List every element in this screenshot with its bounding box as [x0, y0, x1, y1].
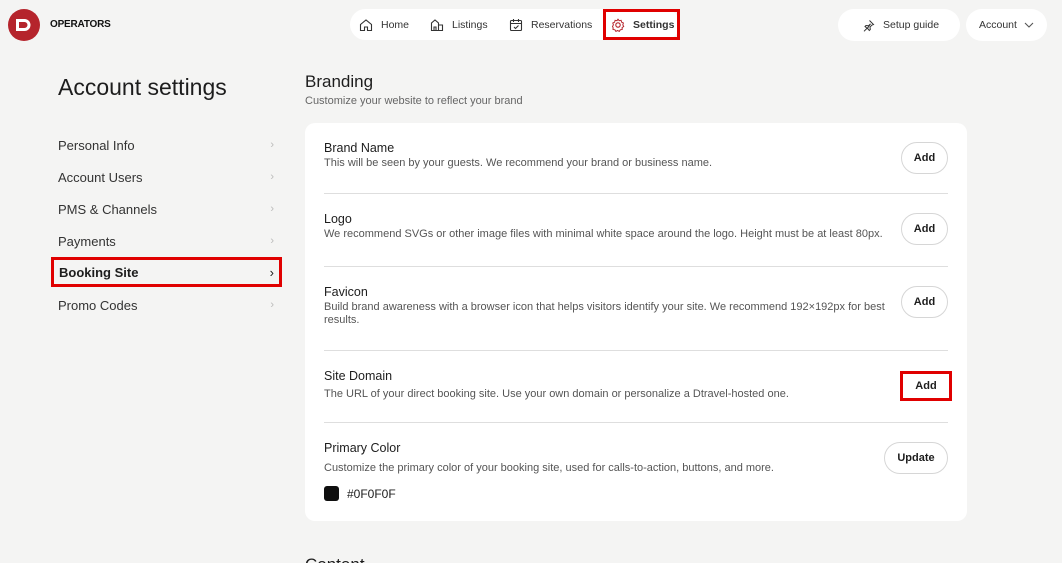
sidebar-item-label: Personal Info: [58, 137, 135, 153]
setting-title: Site Domain: [324, 369, 393, 383]
sidebar-item-booking-site[interactable]: Booking Site ›: [51, 257, 282, 287]
chevron-right-icon: ›: [270, 139, 274, 151]
logo-mark-icon: [16, 19, 31, 31]
primary-color-value: #0F0F0F: [324, 485, 948, 503]
setting-title: Brand Name: [324, 141, 395, 155]
divider: [324, 422, 948, 423]
brand-logo[interactable]: [8, 9, 40, 41]
sidebar-item-promo-codes[interactable]: Promo Codes ›: [58, 293, 278, 317]
setup-guide-button[interactable]: Setup guide: [838, 9, 960, 41]
nav-reservations-label: Reservations: [531, 18, 593, 31]
section-title: Branding: [305, 72, 374, 91]
brand-name: OPERATORS: [50, 19, 111, 30]
nav-listings-label: Listings: [452, 18, 488, 31]
setting-row-favicon: Favicon Build brand awareness with a bro…: [324, 285, 948, 327]
setting-row-primary-color: Primary Color Customize the primary colo…: [324, 441, 948, 503]
nav-listings[interactable]: Listings: [430, 11, 509, 38]
setting-row-site-domain: Site Domain The URL of your direct booki…: [324, 369, 948, 401]
logo-add-button[interactable]: Add: [901, 213, 948, 245]
gear-icon: [611, 17, 625, 32]
setting-description: This will be seen by your guests. We rec…: [324, 157, 713, 169]
site-domain-add-button[interactable]: Add: [900, 371, 952, 401]
primary-color-update-button[interactable]: Update: [884, 442, 948, 474]
setting-row-brand-name: Brand Name This will be seen by your gue…: [324, 141, 948, 170]
color-hex-value: #0F0F0F: [347, 486, 396, 501]
account-label: Account: [979, 19, 1017, 31]
main-nav: Home Listings Reservations Settings: [350, 9, 680, 40]
divider: [324, 350, 948, 351]
setting-description: We recommend SVGs or other image files w…: [324, 228, 883, 240]
nav-home[interactable]: Home: [359, 11, 430, 38]
setting-title: Favicon: [324, 285, 368, 299]
brand-name-add-button[interactable]: Add: [901, 142, 948, 174]
chevron-right-icon: ›: [270, 299, 274, 311]
nav-home-label: Home: [381, 18, 410, 31]
sidebar-item-label: Account Users: [58, 169, 143, 185]
setting-title: Primary Color: [324, 441, 401, 455]
color-swatch: [324, 486, 339, 502]
listings-icon: [430, 18, 444, 32]
branding-card: Brand Name This will be seen by your gue…: [305, 123, 967, 521]
sidebar-item-payments[interactable]: Payments ›: [58, 229, 278, 253]
setup-guide-label: Setup guide: [883, 19, 940, 31]
divider: [324, 266, 948, 267]
setting-row-logo: Logo We recommend SVGs or other image fi…: [324, 212, 948, 241]
setting-description: The URL of your direct booking site. Use…: [324, 388, 789, 400]
sidebar-item-label: PMS & Channels: [58, 201, 157, 217]
content-section-title: Content: [305, 555, 365, 563]
sidebar-item-label: Promo Codes: [58, 297, 138, 313]
nav-settings-label: Settings: [633, 18, 675, 31]
setting-title: Logo: [324, 212, 352, 226]
calendar-icon: [509, 18, 523, 32]
sidebar-item-pms-channels[interactable]: PMS & Channels ›: [58, 197, 278, 221]
pin-icon: [862, 19, 875, 32]
sidebar-item-personal-info[interactable]: Personal Info ›: [58, 133, 278, 157]
chevron-right-icon: ›: [270, 203, 274, 215]
setting-description: Customize the primary color of your book…: [324, 462, 774, 474]
account-menu-button[interactable]: Account: [966, 9, 1047, 41]
divider: [324, 193, 948, 194]
favicon-add-button[interactable]: Add: [901, 286, 948, 318]
page-title: Account settings: [58, 74, 227, 100]
sidebar-item-account-users[interactable]: Account Users ›: [58, 165, 278, 189]
nav-reservations[interactable]: Reservations: [509, 11, 605, 38]
chevron-right-icon: ›: [270, 235, 274, 247]
sidebar-item-label: Payments: [58, 233, 116, 249]
home-icon: [359, 18, 373, 32]
chevron-right-icon: ›: [270, 171, 274, 183]
setting-description: Build brand awareness with a browser ico…: [324, 301, 885, 326]
sidebar-item-label: Booking Site: [59, 264, 139, 280]
nav-settings[interactable]: Settings: [603, 9, 680, 40]
section-subtitle: Customize your website to reflect your b…: [305, 95, 523, 107]
chevron-down-icon: [1024, 22, 1034, 28]
chevron-right-icon: ›: [269, 264, 274, 280]
